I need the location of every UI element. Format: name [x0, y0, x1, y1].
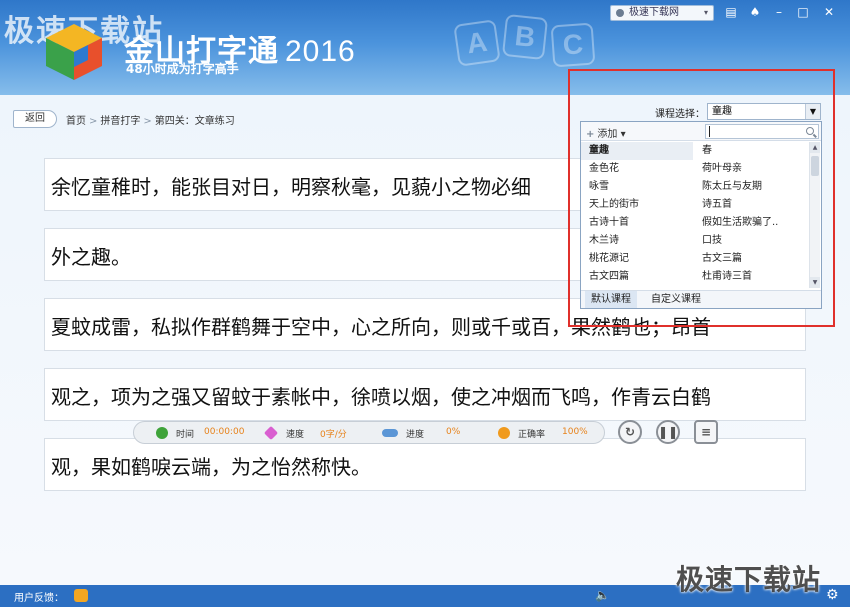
speed-value: 0字/分 — [320, 430, 347, 440]
abc-decoration: A — [453, 19, 501, 67]
list-item[interactable]: 天上的街市 — [581, 196, 693, 214]
pause-icon: ❚❚ — [658, 425, 679, 439]
typing-line[interactable]: 观之，项为之强又留蚊于素帐中，徐喷以烟，使之冲烟而飞鸣，作青云白鹤 — [44, 368, 806, 421]
abc-decoration: C — [550, 22, 596, 68]
time-value: 00:00:00 — [204, 427, 245, 437]
breadcrumb-pinyin[interactable]: 拼音打字 — [100, 116, 140, 127]
plus-icon: + — [586, 129, 595, 140]
add-course-button[interactable]: + 添加 ▾ — [586, 125, 626, 140]
account-dropdown[interactable]: 极速下载网 ▾ — [610, 5, 714, 21]
maximize-icon[interactable]: □ — [794, 3, 812, 21]
accuracy-icon — [498, 427, 510, 439]
tab-default-courses[interactable]: 默认课程 — [585, 291, 637, 308]
minimize-icon[interactable]: – — [770, 3, 788, 21]
account-label: 极速下载网 — [629, 7, 679, 18]
list-item[interactable]: 木兰诗 — [581, 232, 693, 250]
scrollbar-thumb[interactable] — [811, 156, 819, 176]
course-select[interactable]: 童趣 ▼ — [707, 103, 821, 120]
app-logo-icon — [46, 24, 102, 80]
gear-icon[interactable]: ⚙ — [826, 587, 839, 603]
list-item[interactable]: 口技 — [694, 232, 809, 250]
breadcrumb: 首页 > 拼音打字 > 第四关：文章练习 — [66, 116, 235, 127]
scroll-down-icon[interactable]: ▼ — [810, 277, 820, 288]
breadcrumb-current: 第四关：文章练习 — [154, 116, 235, 127]
feedback-icon[interactable] — [74, 589, 88, 602]
progress-label: 进度 — [406, 430, 425, 440]
progress-icon — [382, 429, 398, 437]
list-item[interactable]: 童趣 — [581, 142, 693, 160]
list-item[interactable]: 诗五首 — [694, 196, 809, 214]
app-header: 极速下载站 金山打字通2016 48小时成为打字高手 A B C 极速下载网 ▾… — [0, 0, 850, 95]
course-tabs: 默认课程 自定义课程 — [581, 290, 821, 308]
list-item[interactable]: 荷叶母亲 — [694, 160, 809, 178]
speed-icon — [263, 425, 279, 441]
list-item[interactable]: 杜甫诗三首 — [694, 268, 809, 286]
text-cursor — [709, 126, 710, 137]
user-icon — [616, 9, 624, 17]
time-label: 时间 — [176, 430, 195, 440]
chevron-down-icon[interactable]: ▼ — [805, 104, 820, 119]
list-item[interactable]: 春 — [694, 142, 809, 160]
list-item[interactable]: 假如生活欺骗了.. — [694, 214, 809, 232]
list-item[interactable]: 桃花源记 — [581, 250, 693, 268]
list-item[interactable]: 金色花 — [581, 160, 693, 178]
course-list: 童趣 金色花 咏雪 天上的街市 古诗十首 木兰诗 桃花源记 古文四篇 春 荷叶母… — [581, 142, 809, 288]
list-item[interactable]: 陈太丘与友期 — [694, 178, 809, 196]
feedback-label: 用户反馈： — [14, 593, 64, 604]
restart-icon: ↻ — [624, 425, 636, 439]
dropdown-toolbar: + 添加 ▾ — [581, 122, 821, 141]
progress-value: 0% — [446, 427, 461, 437]
course-selected-value: 童趣 — [712, 106, 732, 117]
scroll-up-icon[interactable]: ▲ — [810, 142, 820, 153]
stats-bar: 时间 00:00:00 速度 0字/分 进度 0% 正确率 100% — [133, 421, 605, 444]
search-icon[interactable] — [806, 127, 814, 135]
accuracy-label: 正确率 — [518, 430, 546, 440]
back-button[interactable]: 返回 — [13, 110, 57, 128]
list-item[interactable]: 咏雪 — [581, 178, 693, 196]
list-item[interactable]: 古诗十首 — [581, 214, 693, 232]
restart-button[interactable]: ↻ — [618, 420, 642, 444]
typing-line[interactable]: 观，果如鹤唳云端，为之怡然称快。 — [44, 438, 806, 491]
tagline: 48小时成为打字高手 — [126, 62, 239, 76]
chevron-down-icon: ▾ — [703, 8, 708, 17]
course-dropdown: + 添加 ▾ 童趣 金色花 咏雪 天上的街市 古诗十首 木兰诗 桃花源记 古文四篇… — [580, 121, 822, 309]
close-icon[interactable]: ✕ — [820, 3, 838, 21]
pause-button[interactable]: ❚❚ — [656, 420, 680, 444]
clock-icon — [156, 427, 168, 439]
list-item[interactable]: 古文四篇 — [581, 268, 693, 286]
shirt-icon[interactable]: ♠ — [746, 3, 764, 21]
footer-watermark: 极速下载站 — [676, 563, 822, 596]
accuracy-value: 100% — [562, 427, 588, 437]
speed-label: 速度 — [286, 430, 305, 440]
tab-custom-courses[interactable]: 自定义课程 — [645, 291, 707, 308]
main-area: 返回 首页 > 拼音打字 > 第四关：文章练习 余忆童稚时，能张目对日，明察秋毫，见藐小… — [0, 95, 850, 585]
report-icon: ≡ — [700, 425, 712, 439]
report-button[interactable]: ≡ — [694, 420, 718, 444]
volume-icon[interactable]: 🔈 — [595, 588, 610, 602]
dropdown-scrollbar[interactable]: ▲ ▼ — [809, 142, 820, 288]
course-search-input[interactable] — [705, 124, 819, 139]
course-label: 课程选择： — [655, 109, 705, 120]
abc-decoration: B — [501, 13, 549, 61]
breadcrumb-home[interactable]: 首页 — [66, 116, 86, 127]
skin-icon[interactable]: ▤ — [722, 3, 740, 21]
list-item[interactable]: 古文三篇 — [694, 250, 809, 268]
